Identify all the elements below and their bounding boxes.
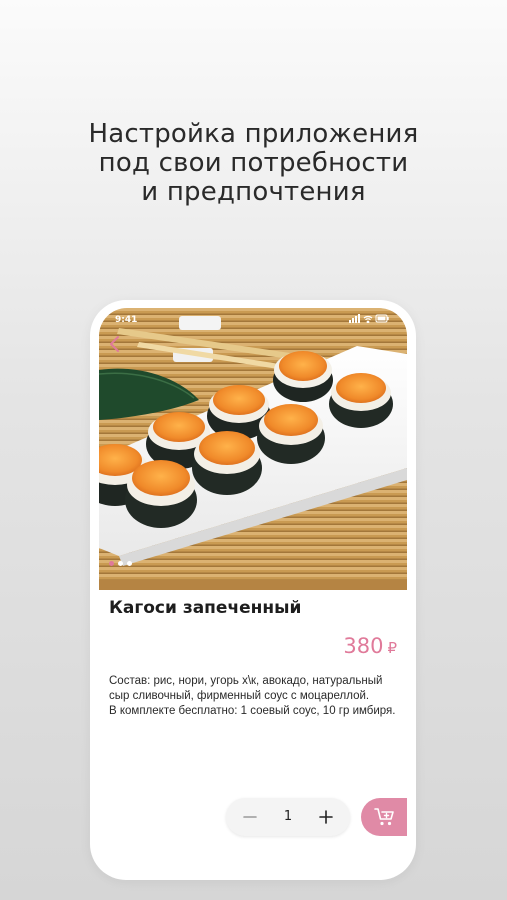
status-time: 9:41 [115,315,138,325]
promo-line-3: и предпочтения [141,177,366,207]
product-photo[interactable]: 9:41 [99,308,407,590]
price-currency: ₽ [387,639,397,657]
price-value: 380 [343,634,384,658]
gallery-dot-1[interactable] [109,561,114,566]
product-description: Состав: рис, нори, угорь х\к, авокадо, н… [109,674,401,719]
plus-icon [319,810,333,824]
product-screen: 9:41 Кагоси запеченный 380 ₽ Состав: рис… [99,308,407,870]
product-price: 380 ₽ [343,634,397,658]
product-title: Кагоси запеченный [109,598,302,618]
status-bar: 9:41 [99,308,407,328]
wifi-icon [363,315,373,323]
quantity-stepper: 1 [226,798,350,836]
signal-icon [349,314,360,323]
promo-headline: Настройка приложения под свои потребност… [0,120,507,207]
chevron-left-icon [110,336,119,352]
description-included: В комплекте бесплатно: 1 соевый соус, 10… [109,705,396,717]
gallery-dot-2[interactable] [118,561,123,566]
promo-line-2: под свои потребности [98,148,409,178]
gallery-pagination [109,553,136,571]
description-ingredients: Состав: рис, нори, угорь х\к, авокадо, н… [109,675,383,702]
increase-quantity-button[interactable] [308,798,344,836]
phone-frame: 9:41 Кагоси запеченный 380 ₽ Состав: рис… [90,300,416,880]
status-icons [349,314,389,323]
add-to-cart-button[interactable] [361,798,407,836]
back-button[interactable] [107,334,123,354]
promo-line-1: Настройка приложения [88,119,419,149]
battery-icon [375,314,389,323]
cart-plus-icon [374,808,394,826]
gallery-dot-3[interactable] [127,561,132,566]
